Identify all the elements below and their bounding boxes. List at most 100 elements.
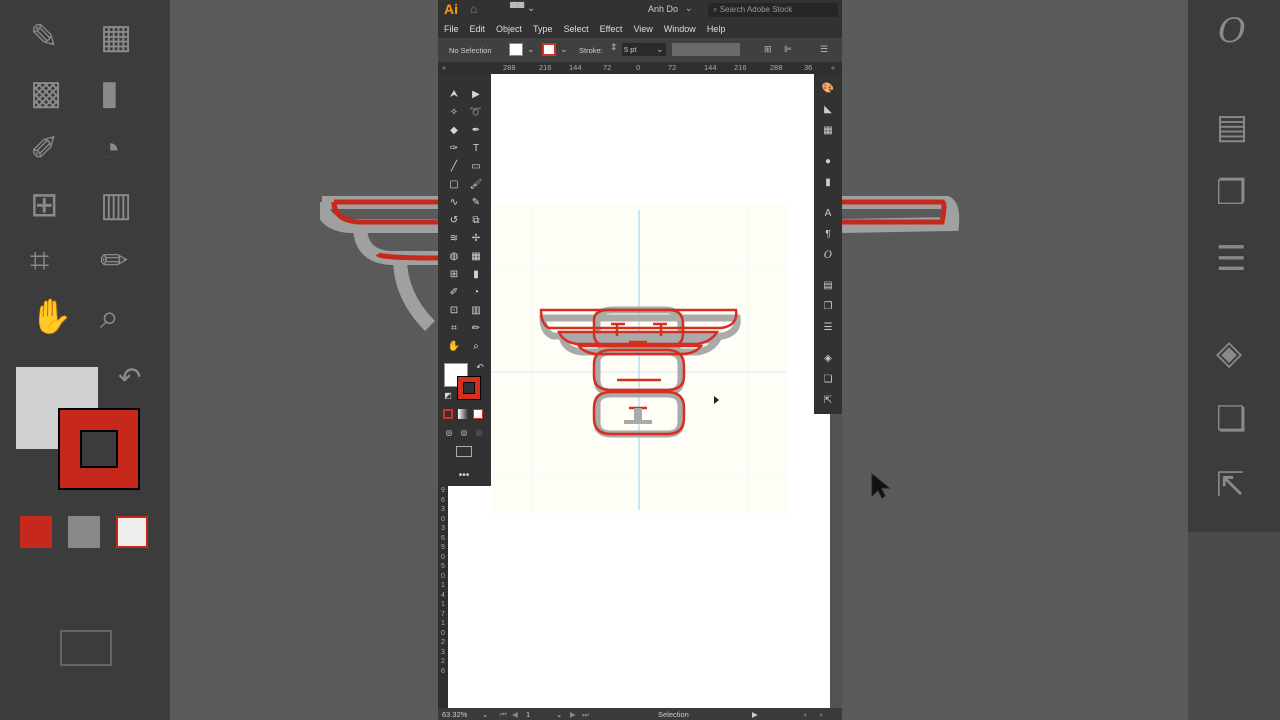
menu-type[interactable]: Type bbox=[533, 24, 553, 34]
gradient-tool-icon[interactable]: ▮ bbox=[468, 267, 484, 283]
paintbrush-tool-icon[interactable]: 🖌 bbox=[468, 177, 484, 193]
eyedropper-tool-icon[interactable]: ✐ bbox=[446, 285, 462, 301]
menu-effect[interactable]: Effect bbox=[600, 24, 623, 34]
symbol-sprayer-tool-icon[interactable]: ⊡ bbox=[446, 303, 462, 319]
magic-wand-tool-icon[interactable]: ✧ bbox=[446, 105, 462, 121]
draw-normal-icon[interactable]: ◎ bbox=[441, 425, 457, 441]
stroke-swatch[interactable] bbox=[542, 43, 556, 56]
pencil-tool-icon[interactable]: ✎ bbox=[468, 195, 484, 211]
artboards-icon[interactable]: ❏ bbox=[820, 373, 836, 387]
artboard-tool-icon[interactable]: ⌗ bbox=[446, 321, 462, 337]
puppet-warp-tool-icon[interactable]: ✢ bbox=[468, 231, 484, 247]
eraser-tool-icon[interactable]: ◆ bbox=[446, 123, 462, 139]
curvature-tool-icon[interactable]: ✑ bbox=[446, 141, 462, 157]
screen-mode-icon[interactable] bbox=[456, 446, 472, 457]
home-icon[interactable]: ⌂ bbox=[470, 2, 477, 16]
user-name[interactable]: Anh Do bbox=[648, 4, 678, 14]
menu-view[interactable]: View bbox=[633, 24, 652, 34]
stroke-color-box[interactable] bbox=[457, 376, 481, 400]
type-tool-icon[interactable]: T bbox=[468, 141, 484, 157]
zoom-tool-icon[interactable]: ⌕ bbox=[468, 339, 484, 355]
rectangle-frame-tool-icon[interactable]: ▢ bbox=[446, 177, 462, 193]
menu-window[interactable]: Window bbox=[664, 24, 696, 34]
menu-file[interactable]: File bbox=[444, 24, 459, 34]
align-options-icon[interactable]: ⊫ bbox=[784, 44, 792, 55]
variable-width-profile[interactable] bbox=[672, 43, 740, 56]
ruler-tick: 36 bbox=[804, 63, 813, 72]
stroke-weight-dropdown-icon[interactable]: ⌄ bbox=[656, 44, 664, 55]
vruler-tick: 0 bbox=[441, 553, 445, 561]
layers-icon[interactable]: ◈ bbox=[820, 352, 836, 366]
last-artboard-icon[interactable]: ⏭ bbox=[582, 710, 589, 720]
color-mode-button[interactable] bbox=[443, 409, 453, 419]
pen-tool-icon[interactable]: ✒ bbox=[468, 123, 484, 139]
opentype-icon[interactable]: O bbox=[820, 249, 836, 263]
warp-tool-icon[interactable]: ≋ bbox=[446, 231, 462, 247]
gradient-mode-button[interactable] bbox=[458, 409, 468, 419]
line-tool-icon[interactable]: ╱ bbox=[446, 159, 462, 175]
selection-tool-icon[interactable]: ⮝ bbox=[446, 87, 462, 103]
gradient-icon[interactable]: ▮ bbox=[820, 176, 836, 190]
align-grid-icon[interactable]: ⊞ bbox=[764, 44, 772, 55]
artboard-number[interactable]: 1 bbox=[526, 710, 530, 719]
stroke-stepper-icon[interactable]: ⇕ bbox=[610, 42, 618, 53]
stroke-dropdown-icon[interactable]: ⌄ bbox=[560, 44, 568, 55]
blob-brush-tool-icon[interactable]: ∿ bbox=[446, 195, 462, 211]
appearance-icon[interactable]: ● bbox=[820, 155, 836, 169]
scroll-right-icon[interactable]: › bbox=[820, 710, 823, 719]
swap-colors-icon[interactable]: ↶ bbox=[472, 359, 488, 375]
ruler-tick: 216 bbox=[539, 63, 552, 72]
slice-tool-icon[interactable]: ✏ bbox=[468, 321, 484, 337]
menu-select[interactable]: Select bbox=[564, 24, 589, 34]
user-dropdown-icon[interactable]: ⌄ bbox=[685, 3, 693, 14]
menu-edit[interactable]: Edit bbox=[470, 24, 486, 34]
status-menu-icon[interactable]: ▶ bbox=[752, 710, 758, 719]
shape-builder-tool-icon[interactable]: ◍ bbox=[446, 249, 462, 265]
color-icon[interactable]: 🎨 bbox=[820, 82, 836, 96]
align-icon[interactable]: ▤ bbox=[820, 279, 836, 293]
transform-icon[interactable]: ☰ bbox=[820, 321, 836, 335]
scale-tool-icon[interactable]: ⧉ bbox=[468, 213, 484, 229]
ruler-expand-icon[interactable]: « bbox=[831, 63, 835, 72]
perspective-grid-tool-icon[interactable]: ▦ bbox=[468, 249, 484, 265]
first-artboard-icon[interactable]: ⏮ bbox=[500, 710, 507, 720]
artwork[interactable] bbox=[491, 74, 830, 708]
character-icon[interactable]: A bbox=[820, 207, 836, 221]
workspace-switcher-icon[interactable]: ▀▀ ⌄ bbox=[510, 3, 535, 14]
backdrop-logo-wing-right bbox=[842, 196, 960, 233]
fill-dropdown-icon[interactable]: ⌄ bbox=[527, 44, 535, 55]
zoom-level[interactable]: 63.32% bbox=[442, 710, 467, 719]
color-guide-icon[interactable]: ◣ bbox=[820, 103, 836, 117]
default-colors-icon[interactable]: ◩ bbox=[440, 388, 456, 404]
column-graph-tool-icon[interactable]: ▥ bbox=[468, 303, 484, 319]
menu-help[interactable]: Help bbox=[707, 24, 726, 34]
rotate-tool-icon[interactable]: ↺ bbox=[446, 213, 462, 229]
paragraph-icon[interactable]: ¶ bbox=[820, 228, 836, 242]
hand-tool-icon[interactable]: ✋ bbox=[446, 339, 462, 355]
ruler-collapse-icon[interactable]: « bbox=[442, 63, 446, 72]
canvas-lower-left[interactable] bbox=[448, 486, 491, 708]
blend-tool-icon[interactable]: ◔ bbox=[468, 285, 484, 301]
draw-behind-icon[interactable]: ◎ bbox=[456, 425, 472, 441]
zoom-dropdown-icon[interactable]: ⌄ bbox=[482, 710, 488, 719]
fill-swatch[interactable] bbox=[509, 43, 523, 56]
mesh-tool-icon[interactable]: ⊞ bbox=[446, 267, 462, 283]
canvas[interactable] bbox=[491, 74, 830, 708]
artboard-dropdown-icon[interactable]: ⌄ bbox=[556, 710, 562, 719]
pathfinder-icon[interactable]: ❐ bbox=[820, 300, 836, 314]
draw-inside-icon[interactable]: ◎ bbox=[471, 425, 487, 441]
edit-toolbar-icon[interactable]: ••• bbox=[456, 468, 472, 484]
swatches-icon[interactable]: ▦ bbox=[820, 124, 836, 138]
export-icon[interactable]: ⇱ bbox=[820, 394, 836, 408]
none-mode-button[interactable] bbox=[473, 409, 483, 419]
search-stock-input[interactable]: ⌕ Search Adobe Stock bbox=[708, 3, 838, 17]
prev-artboard-icon[interactable]: ◀ bbox=[512, 710, 518, 719]
menu-object[interactable]: Object bbox=[496, 24, 522, 34]
next-artboard-icon[interactable]: ▶ bbox=[570, 710, 576, 719]
vruler-tick: 9 bbox=[441, 487, 445, 494]
control-menu-icon[interactable]: ☰ bbox=[820, 44, 828, 55]
direct-selection-tool-icon[interactable]: ▶ bbox=[468, 87, 484, 103]
scroll-left-icon[interactable]: ‹ bbox=[804, 710, 807, 719]
lasso-tool-icon[interactable]: ➰ bbox=[468, 105, 484, 121]
rectangle-tool-icon[interactable]: ▭ bbox=[468, 159, 484, 175]
